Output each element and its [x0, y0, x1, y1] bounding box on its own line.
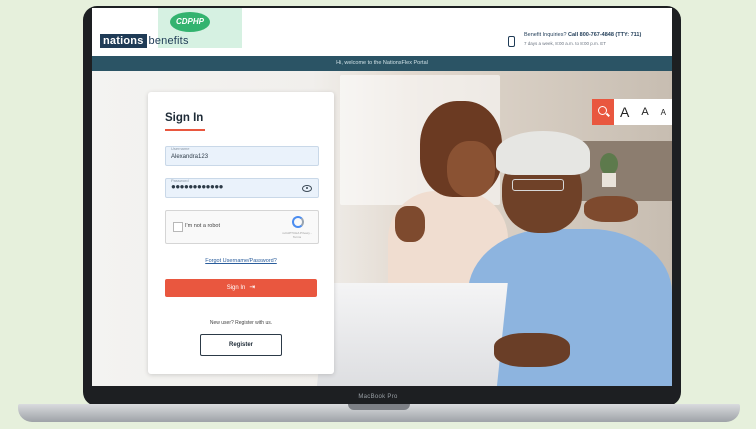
- laptop-notch: [348, 404, 410, 410]
- font-small-button[interactable]: A: [661, 108, 666, 117]
- photo-woman-arm: [584, 196, 638, 222]
- password-field[interactable]: Password ●●●●●●●●●●●●: [165, 178, 319, 198]
- logo-box-text: nations: [100, 34, 147, 48]
- sign-in-button[interactable]: Sign In ⇥: [165, 279, 317, 297]
- partner-logo[interactable]: CDPHP: [170, 12, 210, 32]
- photo-woman-hand: [395, 206, 425, 242]
- nations-benefits-logo[interactable]: nations benefits: [100, 34, 189, 48]
- search-icon-handle: [606, 112, 610, 117]
- sign-in-title: Sign In: [165, 112, 204, 124]
- font-size-controls: A A A: [614, 99, 672, 125]
- phone-icon: [508, 36, 515, 47]
- benefit-inquiries-prefix: Benefit Inquiries?: [524, 32, 567, 38]
- login-arrow-icon: ⇥: [249, 284, 256, 291]
- accessibility-toolbar: A A A: [592, 99, 672, 125]
- laptop-base: [18, 404, 740, 422]
- benefit-inquiries-line: Benefit Inquiries? Call 800-767-4848 (TT…: [524, 32, 641, 38]
- photo-man-arm: [494, 333, 570, 367]
- recaptcha-label: I'm not a robot: [185, 223, 220, 229]
- font-large-button[interactable]: A: [620, 104, 629, 120]
- username-value: Alexandra123: [171, 154, 209, 160]
- photo-man-glasses: [512, 179, 564, 191]
- photo-laptop: [316, 283, 508, 386]
- welcome-banner: Hi, welcome to the NationsFlex Portal: [92, 56, 672, 71]
- photo-plant: [600, 153, 618, 175]
- site-header: CDPHP nations benefits Benefit Inquiries…: [92, 8, 672, 56]
- recaptcha-checkbox[interactable]: [173, 222, 183, 232]
- laptop-screen: CDPHP nations benefits Benefit Inquiries…: [92, 8, 672, 386]
- photo-pot: [602, 173, 616, 187]
- recaptcha-terms[interactable]: reCAPTCHA Privacy - Terms: [282, 231, 312, 239]
- password-value: ●●●●●●●●●●●●: [171, 182, 223, 191]
- hero-photo: A A A Sign In Username Alexandra123 Pass…: [92, 71, 672, 386]
- logo-text: benefits: [148, 35, 189, 47]
- sign-in-card: Sign In Username Alexandra123 Password ●…: [148, 92, 334, 374]
- benefit-phone-number[interactable]: Call 800-767-4848 (TTY: 711): [568, 32, 641, 38]
- username-label: Username: [171, 146, 190, 151]
- username-field[interactable]: Username Alexandra123: [165, 146, 319, 166]
- font-medium-button[interactable]: A: [641, 106, 648, 118]
- register-button[interactable]: Register: [200, 334, 282, 356]
- service-hours: 7 days a week, 8:00 a.m. to 8:00 p.m. ET: [524, 41, 607, 46]
- photo-woman-face: [447, 141, 495, 197]
- sign-in-button-label: Sign In: [226, 285, 246, 291]
- recaptcha-widget: I'm not a robot reCAPTCHA Privacy - Term…: [165, 210, 319, 244]
- eye-icon[interactable]: [302, 185, 312, 192]
- title-underline: [165, 129, 205, 131]
- forgot-credentials-link[interactable]: Forgot Username/Password?: [148, 258, 334, 264]
- search-button[interactable]: [592, 99, 614, 125]
- register-prompt: New user? Register with us.: [209, 320, 273, 326]
- photo-man-hair: [496, 131, 590, 175]
- laptop-model-label: MacBook Pro: [358, 394, 398, 400]
- recaptcha-icon: [292, 216, 304, 228]
